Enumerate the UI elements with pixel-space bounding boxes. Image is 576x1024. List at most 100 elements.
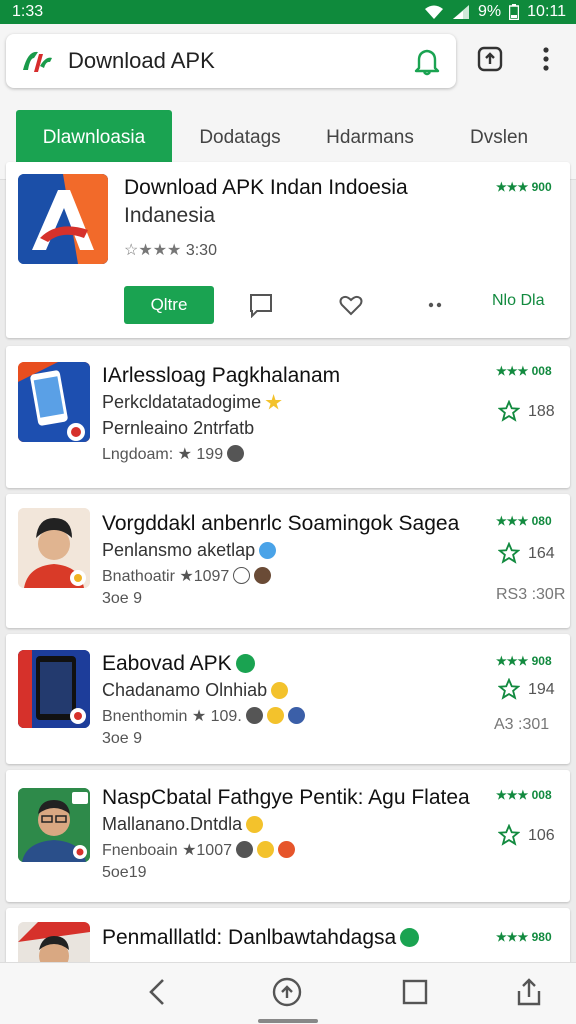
wifi-icon <box>424 4 444 20</box>
thumb-emoji-icon <box>233 567 251 584</box>
app-card-4[interactable]: NaspCbatal Fathgye Pentik: Agu Flatea Ma… <box>6 770 570 902</box>
star-outline-icon[interactable] <box>498 824 520 846</box>
status-icons: 9% 10:11 <box>424 3 566 21</box>
app-line-1-text: Perkcldatatadogime <box>102 392 262 412</box>
emoji-icon <box>266 707 284 724</box>
featured-rating-text: 3:30 <box>185 242 217 259</box>
app-side-count: 164 <box>528 545 555 562</box>
status-bar: 1:33 9% 10:11 <box>0 0 576 24</box>
app-title-text: Penmalllatld: Danlbawtahdagsa <box>102 926 397 949</box>
share-button[interactable] <box>512 977 546 1011</box>
featured-more-link[interactable]: Nlo Dla <box>492 292 544 310</box>
apk-logo-icon <box>20 46 54 76</box>
featured-title: Download APK Indan Indoesia <box>124 176 408 199</box>
emoji-icon <box>236 841 253 858</box>
app-rating-badge: ★★★ 008 <box>496 788 552 802</box>
recents-icon <box>402 979 428 1010</box>
person-app-icon <box>18 788 90 862</box>
app-line-1: Mallanano.Dntdla <box>102 814 264 835</box>
emoji-icon <box>245 707 263 724</box>
more-vert-icon <box>542 46 550 77</box>
featured-app-icon <box>18 174 108 264</box>
app-line-2: Fnenboain ★1007 <box>102 840 295 860</box>
app-title: Penmalllatld: Danlbawtahdagsa <box>102 926 420 950</box>
more-dots-icon[interactable] <box>422 292 448 318</box>
app-side-count: 188 <box>528 403 555 420</box>
app-rating-badge: ★★★ 008 <box>496 364 552 378</box>
smile-emoji-icon <box>246 816 264 833</box>
emoji-icon <box>227 445 245 462</box>
app-line-2-text: Bnenthomin ★ 109. <box>102 708 242 725</box>
star-outline-icon[interactable] <box>498 542 520 564</box>
bottom-navigation <box>0 962 576 1024</box>
tab-2[interactable]: Dodatags <box>180 110 300 166</box>
face-emoji-icon <box>254 567 272 584</box>
home-button[interactable] <box>270 977 304 1011</box>
heart-icon[interactable] <box>338 292 364 318</box>
tab-3[interactable]: Hdarmans <box>300 110 440 166</box>
recents-button[interactable] <box>398 977 432 1011</box>
rating-stars-icon: ☆★★★ <box>124 242 182 259</box>
featured-rating-badge: ★★★ 900 <box>496 180 552 194</box>
top-app-bar: Download APK <box>0 24 576 96</box>
signal-icon <box>452 4 470 20</box>
more-options-button[interactable] <box>531 46 561 76</box>
app-line-1: Penlansmo aketlap <box>102 540 277 561</box>
status-clock: 10:11 <box>527 3 566 20</box>
app-line-2: Pernleaino 2ntrfatb <box>102 418 255 438</box>
search-query[interactable]: Download APK <box>68 48 412 74</box>
app-title: Eabovad APK <box>102 652 255 676</box>
featured-app-card[interactable]: Download APK Indan Indoesia Indanesia ☆★… <box>6 162 570 338</box>
battery-percent: 9% <box>478 3 502 20</box>
app-title: IArlessloag Pagkhalanam <box>102 364 341 387</box>
verified-badge-icon <box>400 928 420 947</box>
star-outline-icon[interactable] <box>498 678 520 700</box>
app-title: NaspCbatal Fathgye Pentik: Agu Flatea <box>102 786 470 809</box>
app-line-1-text: Chadanamo Olnhiab <box>102 680 268 700</box>
app-line-2-text: Fnenboain ★1007 <box>102 842 232 859</box>
app-card-1[interactable]: IArlessloag Pagkhalanam Perkcldatatadogi… <box>6 346 570 488</box>
app-rating-badge: ★★★ 980 <box>496 930 552 944</box>
app-line-3: 5oe19 <box>102 864 147 881</box>
upload-button[interactable] <box>475 46 505 76</box>
status-time: 1:33 <box>12 3 44 20</box>
bell-icon[interactable] <box>412 46 442 76</box>
app-line-1-text: Mallanano.Dntdla <box>102 814 243 834</box>
comment-icon[interactable] <box>248 292 274 318</box>
app-line-1: Perkcldatatadogime <box>102 392 282 413</box>
app-side-count: 194 <box>528 681 555 698</box>
emoji-icon <box>278 841 295 858</box>
smile-emoji-icon <box>271 682 289 699</box>
star-outline-icon[interactable] <box>498 400 520 422</box>
phone-app-icon <box>18 362 90 442</box>
share-icon <box>515 977 543 1012</box>
app-extra-label: RS3 :30R <box>496 586 566 603</box>
device-app-icon <box>18 650 90 728</box>
featured-subtitle: Indanesia <box>124 204 216 227</box>
search-bar[interactable]: Download APK <box>6 34 456 88</box>
star-emoji-icon <box>265 394 282 410</box>
tab-4[interactable]: Dvslen <box>470 110 576 166</box>
app-line-2: Bnathoatir ★1097 <box>102 566 272 586</box>
upload-icon <box>477 46 503 77</box>
app-rating-badge: ★★★ 908 <box>496 654 552 668</box>
app-line-1: Chadanamo Olnhiab <box>102 680 289 701</box>
app-title-text: Eabovad APK <box>102 652 232 675</box>
app-line-2: Bnenthomin ★ 109. <box>102 706 305 726</box>
battery-icon <box>509 4 520 20</box>
app-rating-badge: ★★★ 080 <box>496 514 552 528</box>
app-line-3-text: Lngdoam: ★ 199 <box>102 446 224 463</box>
app-extra-label: A3 :301 <box>494 716 550 733</box>
app-card-2[interactable]: Vorgddakl anbenrlc Soamingok Sagea Penla… <box>6 494 570 628</box>
back-icon <box>147 977 167 1012</box>
back-button[interactable] <box>140 977 174 1011</box>
verified-badge-icon <box>235 654 255 673</box>
heart-emoji-icon <box>259 542 277 559</box>
home-icon <box>271 976 303 1013</box>
app-line-1-text: Penlansmo aketlap <box>102 540 256 560</box>
featured-rating: ☆★★★ 3:30 <box>124 240 217 260</box>
tab-1[interactable]: Dlawnloasia <box>16 110 172 166</box>
app-card-3[interactable]: Eabovad APK Chadanamo Olnhiab Bnenthomin… <box>6 634 570 764</box>
install-button[interactable]: Qltre <box>124 286 214 324</box>
app-line-3: 3oe 9 <box>102 730 143 747</box>
